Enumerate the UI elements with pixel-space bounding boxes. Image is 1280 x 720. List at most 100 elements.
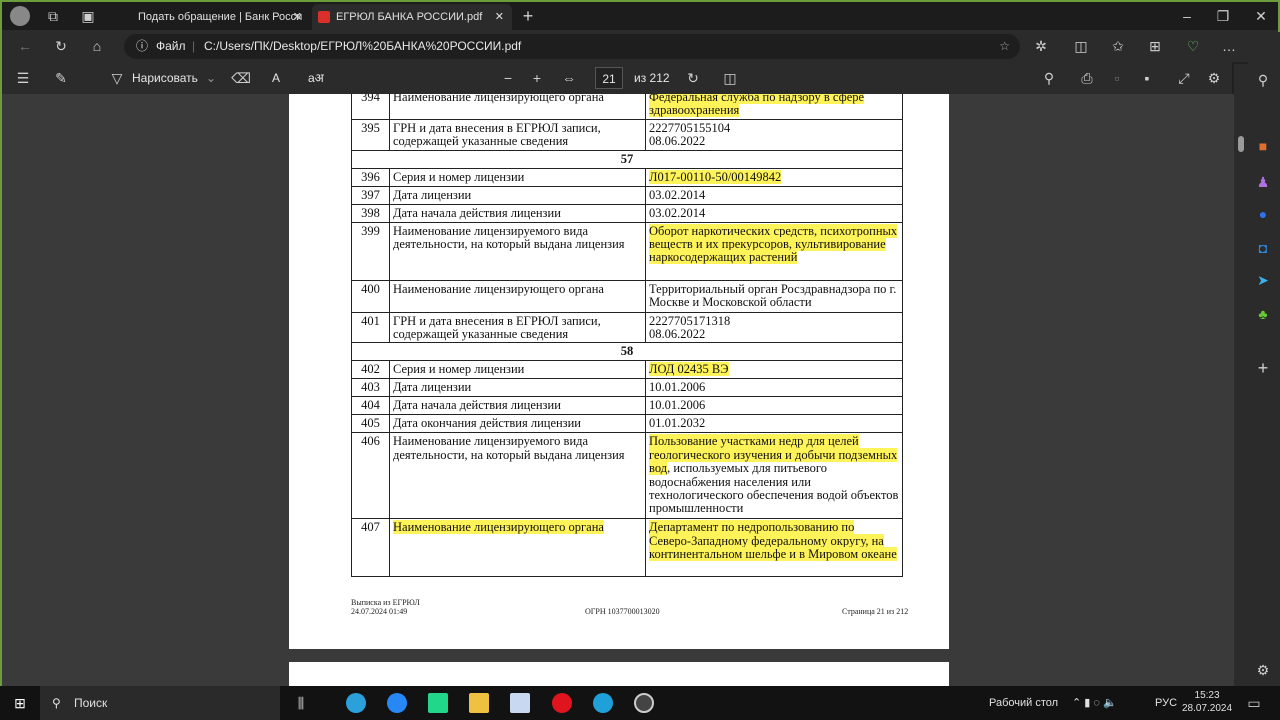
table-row: 402 Серия и номер лицензии ЛОД 02435 ВЭ xyxy=(351,360,903,380)
label-text: Дата окончания действия лицензии xyxy=(393,416,582,431)
save-icon[interactable]: ▫ xyxy=(1106,68,1128,88)
m365-icon[interactable]: ● xyxy=(1252,204,1274,224)
field-label: Дата начала действия лицензии xyxy=(389,396,646,416)
back-icon[interactable]: ← xyxy=(14,36,36,56)
close-window-icon[interactable]: ✕ xyxy=(1250,6,1272,26)
value-text: 2227705155104 08.06.2022 xyxy=(649,120,731,149)
field-value: 10.01.2006 xyxy=(645,396,903,416)
close-tab-icon[interactable]: ✕ xyxy=(495,4,504,30)
value-text: Л017-00110-50/00149842 xyxy=(649,169,782,184)
field-label: Дата начала действия лицензии xyxy=(389,203,646,223)
clock[interactable]: 15:23 28.07.2024 xyxy=(1182,689,1232,715)
field-label: Дата лицензии xyxy=(389,185,646,205)
value-text: 10.01.2006 xyxy=(649,380,706,395)
field-label: Наименование лицензирующего органа xyxy=(389,279,646,313)
sidebar-settings-icon[interactable]: ⚙ xyxy=(1252,660,1274,680)
rotate-icon[interactable]: ↻ xyxy=(682,68,704,88)
language-indicator[interactable]: РУС xyxy=(1155,686,1177,720)
start-icon[interactable]: ⊞ xyxy=(9,693,31,713)
zoom-out-icon[interactable]: − xyxy=(497,68,519,88)
desktop-toolbar[interactable]: Рабочий стол xyxy=(989,686,1058,720)
tray-icons[interactable]: ⌃ ▮ ◌ 🔈 xyxy=(1072,686,1117,720)
pycharm-app-icon[interactable] xyxy=(428,693,448,713)
tab-bank-appeal[interactable]: Подать обращение | Банк Росси ✕ xyxy=(114,4,310,30)
pdf-icon xyxy=(318,11,330,23)
section-number: 58 xyxy=(351,342,903,362)
extensions-icon[interactable]: ✲ xyxy=(1030,36,1052,56)
print-icon[interactable]: ⎙ xyxy=(1076,68,1098,88)
read-aloud-button[interactable]: A xyxy=(272,62,280,94)
chevron-down-icon[interactable]: ⌄ xyxy=(206,62,216,94)
url-text[interactable]: C:/Users/ПК/Desktop/ЕГРЮЛ%20БАНКА%20РОСС… xyxy=(204,34,521,59)
favorite-star-icon[interactable]: ☆ xyxy=(999,34,1010,59)
field-label: Дата окончания действия лицензии xyxy=(389,414,646,434)
page-number-input[interactable]: 21 xyxy=(595,67,623,89)
value-text: Федеральная служба по надзору в сфере зд… xyxy=(649,94,865,118)
outlook-icon[interactable]: ◘ xyxy=(1252,238,1274,258)
favorites-icon[interactable]: ✩ xyxy=(1107,36,1129,56)
minimize-icon[interactable]: – xyxy=(1176,6,1198,26)
tab-pdf[interactable]: ЕГРЮЛ БАНКА РОССИИ.pdf ✕ xyxy=(312,4,512,30)
zoom-in-icon[interactable]: + xyxy=(526,68,548,88)
telegram-app-icon[interactable] xyxy=(346,693,366,713)
label-text: Наименование лицензируемого вида деятель… xyxy=(393,223,625,252)
table-row: 407 Наименование лицензирующего органа Деп… xyxy=(351,518,903,578)
close-tab-icon[interactable]: ✕ xyxy=(293,4,302,30)
taskbar-search[interactable]: ⚲ Поиск xyxy=(40,686,280,720)
notepad-app-icon[interactable] xyxy=(510,693,530,713)
scrollbar-thumb[interactable] xyxy=(1238,136,1244,152)
add-sidebar-app-icon[interactable]: + xyxy=(1252,358,1274,378)
page-total: из 212 xyxy=(634,71,670,85)
fullscreen-icon[interactable]: ⤢ xyxy=(1173,68,1195,88)
field-label: Дата лицензии xyxy=(389,378,646,398)
tools-icon[interactable]: ■ xyxy=(1252,136,1274,156)
draw-button[interactable]: Нарисовать xyxy=(132,62,198,94)
task-view-icon[interactable]: ⫼ xyxy=(290,693,312,713)
contents-icon[interactable]: ☰ xyxy=(12,68,34,88)
field-label: Наименование лицензирующего органа xyxy=(389,518,646,578)
maximize-icon[interactable]: ❐ xyxy=(1212,6,1234,26)
telegram-icon[interactable]: ➤ xyxy=(1252,270,1274,290)
edge-app-icon[interactable] xyxy=(593,693,613,713)
draw-icon[interactable]: ▽ xyxy=(106,68,128,88)
address-bar[interactable]: ⓘ Файл | C:/Users/ПК/Desktop/ЕГРЮЛ%20БАН… xyxy=(124,34,1020,59)
info-icon: ⓘ xyxy=(136,39,149,53)
notifications-icon[interactable]: ▭ xyxy=(1243,693,1265,713)
home-icon[interactable]: ⌂ xyxy=(86,36,108,56)
new-tab-icon[interactable]: + xyxy=(517,6,539,26)
row-number: 399 xyxy=(351,221,390,281)
explorer-app-icon[interactable] xyxy=(469,693,489,713)
vk-app-icon[interactable] xyxy=(387,693,407,713)
games-icon[interactable]: ♟ xyxy=(1252,172,1274,192)
split-screen-icon[interactable]: ◫ xyxy=(1070,36,1092,56)
workspaces-icon[interactable]: ⧉ xyxy=(42,6,64,26)
footer-ogrn: ОГРН 1037700013020 xyxy=(585,607,660,616)
field-label: Наименование лицензируемого вида деятель… xyxy=(389,432,646,520)
value-text: 03.02.2014 xyxy=(649,187,706,202)
highlight-icon[interactable]: ✎ xyxy=(50,68,72,88)
recorder-app-icon[interactable] xyxy=(634,693,654,713)
sidebar-search-icon[interactable]: ⚲ xyxy=(1252,70,1274,90)
row-number: 402 xyxy=(351,360,390,380)
tab-title: Подать обращение | Банк Росси xyxy=(138,11,303,23)
collections-icon[interactable]: ⊞ xyxy=(1144,36,1166,56)
field-value: 01.01.2032 xyxy=(645,414,903,434)
profile-avatar[interactable] xyxy=(10,6,30,26)
refresh-icon[interactable]: ↻ xyxy=(50,36,72,56)
scrollbar[interactable] xyxy=(1234,64,1248,688)
more-menu-icon[interactable]: … xyxy=(1218,36,1240,56)
browser-essentials-icon[interactable]: ♡ xyxy=(1182,36,1204,56)
table-row: 403 Дата лицензии 10.01.2006 xyxy=(351,378,903,398)
tree-icon[interactable]: ♣ xyxy=(1252,304,1274,324)
translate-button[interactable]: aअ xyxy=(308,62,324,94)
save-as-icon[interactable]: ▪ xyxy=(1136,68,1158,88)
settings-icon[interactable]: ⚙ xyxy=(1203,68,1225,88)
label-text: Наименование лицензирующего органа xyxy=(393,281,604,296)
tab-actions-icon[interactable]: ▣ xyxy=(77,6,99,26)
opera-app-icon[interactable] xyxy=(552,693,572,713)
eraser-icon[interactable]: ⌫ xyxy=(230,68,252,88)
fit-page-icon[interactable]: ⇔ xyxy=(558,68,580,88)
footer-left: Выписка из ЕГРЮЛ 24.07.2024 01:49 xyxy=(351,598,420,616)
search-icon[interactable]: ⚲ xyxy=(1038,68,1060,88)
page-view-icon[interactable]: ◫ xyxy=(719,68,741,88)
